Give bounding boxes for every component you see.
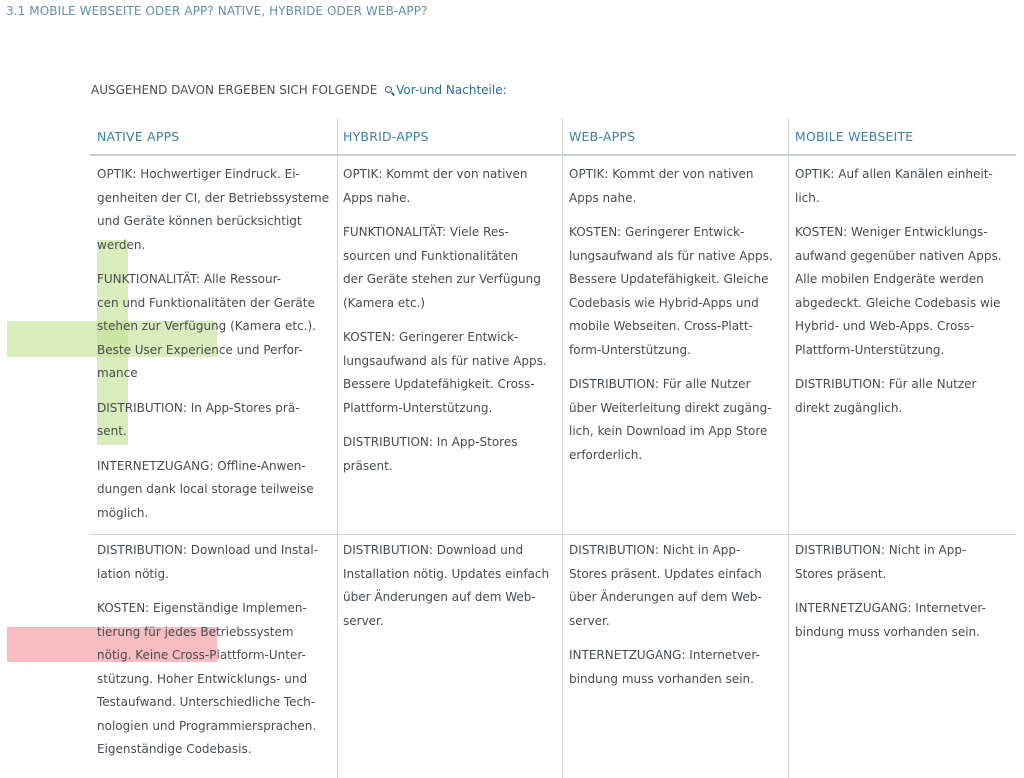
table-cell-hybrid-apps-row1: OPTIK: Kommt der von nativen Apps nahe. F… [343,163,558,489]
table-cell-web-apps-row2: DISTRIBUTION: Nicht in App- Stores präse… [569,539,784,702]
section-title: 3.1 MOBILE WEBSEITE ODER APP? NATIVE, HY… [6,4,428,18]
cell-paragraph: DISTRIBUTION: Download und Installation … [343,543,550,628]
cell-paragraph: KOSTEN: Weniger Entwicklungs- aufwand ge… [795,225,1002,357]
cell-paragraph: INTERNETZUGANG: Internetver- bindung mus… [569,648,760,686]
cell-paragraph: INTERNETZUGANG: Internetver- bindung mus… [795,601,986,639]
table-cell-hybrid-apps-row2: DISTRIBUTION: Download und Installation … [343,539,558,644]
cell-paragraph: OPTIK: Hochwertiger Eindruck. Ei- genhei… [97,167,330,252]
table-cell-web-apps-row1: OPTIK: Kommt der von nativen Apps nahe. K… [569,163,784,478]
cell-paragraph: OPTIK: Auf allen Kanälen einheit- lich. [795,167,993,205]
cell-paragraph: DISTRIBUTION: In App-Stores prä- sent. [97,400,300,439]
cell-paragraph: KOSTEN: Geringerer Entwick- lungsaufwand… [569,225,773,357]
column-divider [337,118,338,778]
column-header-mobile-webseite: MOBILE WEBSEITE [795,129,914,144]
cell-paragraph: INTERNETZUGANG: Offline-Anwen- dungen da… [97,458,314,520]
column-divider [562,118,563,778]
table-cell-native-apps-row1: OPTIK: Hochwertiger Eindruck. Ei- genhei… [97,163,332,536]
intro-text: AUSGEHEND DAVON ERGEBEN SICH FOLGENDE [91,83,378,97]
cell-paragraph: OPTIK: Kommt der von nativen Apps nahe. [343,167,528,205]
column-divider [788,118,789,778]
cell-paragraph: FUNKTIONALITÄT: Alle Ressour- cen und Fu… [97,272,316,380]
cell-paragraph: DISTRIBUTION: In App-Stores präsent. [343,435,518,473]
table-cell-native-apps-row2: DISTRIBUTION: Download und Instal- latio… [97,539,332,773]
cell-paragraph: DISTRIBUTION: Nicht in App- Stores präse… [795,543,967,581]
cell-paragraph: KOSTEN: Eigenständige Implemen- tierung … [97,601,317,756]
comparison-table: NATIVE APPS HYBRID-APPS WEB-APPS MOBILE WEB… [90,118,1016,778]
column-header-hybrid-apps: HYBRID-APPS [343,129,429,144]
cell-paragraph: DISTRIBUTION: Nicht in App- Stores präse… [569,543,762,628]
intro-line: AUSGEHEND DAVON ERGEBEN SICH FOLGENDE Vo… [91,83,507,97]
cell-paragraph: FUNKTIONALITÄT: Viele Res- sourcen und F… [343,225,541,310]
table-cell-mobile-webseite-row2: DISTRIBUTION: Nicht in App- Stores präse… [795,539,1013,655]
cell-paragraph: DISTRIBUTION: Download und Instal- latio… [97,543,318,581]
header-divider [90,154,1016,156]
pros-cons-link[interactable]: Vor-und Nachteile: [396,83,506,97]
cell-paragraph: DISTRIBUTION: Für alle Nutzer direkt zug… [795,377,977,415]
table-cell-mobile-webseite-row1: OPTIK: Auf allen Kanälen einheit- lich. K… [795,163,1013,431]
cell-paragraph: OPTIK: Kommt der von nativen Apps nahe. [569,167,754,205]
cell-paragraph: KOSTEN: Geringerer Entwick- lungsaufwand… [343,330,547,415]
magnifier-icon[interactable] [385,86,394,95]
column-header-native-apps: NATIVE APPS [97,129,180,144]
cell-paragraph: DISTRIBUTION: Für alle Nutzer über Weite… [569,377,772,462]
column-header-web-apps: WEB-APPS [569,129,636,144]
